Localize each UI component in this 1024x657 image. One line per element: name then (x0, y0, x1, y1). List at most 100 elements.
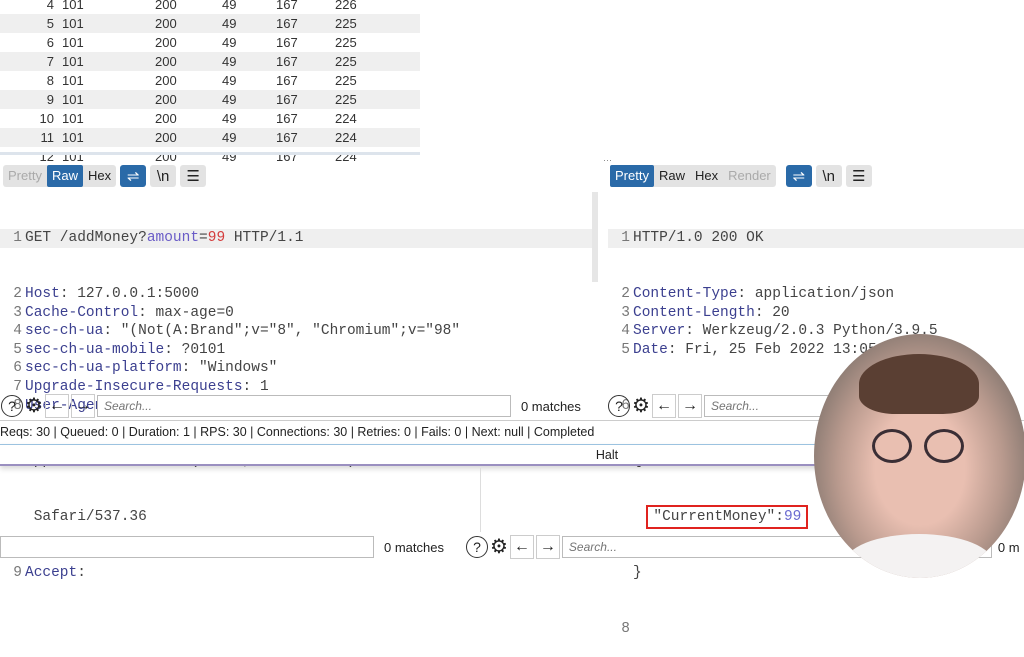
request-line-1: 1 GET /addMoney?amount=99 HTTP/1.1 (0, 229, 592, 248)
request-search-bar: ? ⚙ ← → 0 matches (1, 394, 581, 418)
table-cell: 101 (62, 111, 84, 126)
response-toolbar: Pretty Raw Hex Render ⇌ \n ☰ (610, 165, 872, 187)
help-icon[interactable]: ? (608, 395, 630, 417)
tab-raw[interactable]: Raw (46, 165, 83, 187)
table-cell: 167 (276, 0, 298, 12)
shirt (844, 534, 994, 578)
table-cell: 167 (276, 111, 298, 126)
help-icon[interactable]: ? (1, 395, 23, 417)
brace-close: } (633, 564, 642, 581)
gear-icon[interactable]: ⚙ (632, 395, 650, 417)
table-cell: 225 (335, 54, 357, 69)
request-tab-group: Pretty Raw Hex (3, 165, 117, 187)
wrap-icon[interactable]: ⇌ (785, 165, 812, 187)
tab-pretty[interactable]: Pretty (3, 165, 47, 187)
menu-icon[interactable]: ☰ (180, 165, 207, 187)
next-arrow-icon[interactable]: → (677, 394, 702, 418)
line-number: 2 (621, 285, 630, 302)
gear-icon[interactable]: ⚙ (490, 536, 508, 558)
lower-left-search-input[interactable] (0, 536, 374, 558)
table-row[interactable]: 7 101 200 49 167 225 (0, 52, 420, 71)
table-cell: 10 (39, 111, 54, 126)
request-scrollbar[interactable] (592, 192, 598, 282)
header-key: Date (633, 341, 668, 358)
request-line-cont: Safari/537.36 (0, 508, 592, 527)
newline-toggle[interactable]: \n (815, 165, 842, 187)
wrap-icon[interactable]: ⇌ (120, 165, 147, 187)
tab-render[interactable]: Render (723, 165, 776, 187)
request-toolbar: Pretty Raw Hex ⇌ \n ☰ (3, 165, 207, 187)
glasses-right (924, 429, 964, 463)
header-value: 1 (251, 378, 269, 395)
ua-continuation: Safari/537.36 (25, 509, 147, 526)
prev-arrow-icon[interactable]: ← (651, 394, 676, 418)
header-key: Host (25, 285, 60, 302)
header-key: Server (633, 323, 686, 340)
tab-pretty[interactable]: Pretty (610, 165, 654, 187)
next-arrow-icon[interactable]: → (70, 394, 95, 418)
table-row[interactable]: 9 101 200 49 167 225 (0, 90, 420, 109)
highlight-box: "CurrentMoney":99 (646, 505, 809, 530)
header-key: Cache-Control (25, 304, 139, 321)
table-row[interactable]: 5 101 200 49 167 225 (0, 14, 420, 33)
table-cell: 49 (222, 0, 237, 12)
header-line: 4 sec-ch-ua: "(Not(A:Brand";v="8", "Chrom… (0, 322, 592, 341)
table-row[interactable]: 4 101 200 49 167 226 (0, 0, 420, 14)
param-eq: = (199, 230, 208, 247)
status-line: HTTP/1.0 200 OK (633, 230, 764, 247)
line-number: 5 (621, 341, 630, 358)
table-cell: 101 (62, 130, 84, 145)
header-line: 2 Content-Type: application/json (608, 285, 1024, 304)
header-key: Content-Length (633, 304, 755, 321)
hair (859, 354, 979, 414)
results-table: 4 101 200 49 167 226 5 101 200 49 167 225 6 101 200 49 1… (0, 0, 420, 166)
request-search-input[interactable] (96, 395, 511, 417)
table-cell: 9 (46, 92, 54, 107)
tab-raw[interactable]: Raw (654, 165, 690, 187)
table-cell: 167 (276, 35, 298, 50)
line-number: 4 (621, 323, 630, 340)
table-cell: 101 (62, 92, 84, 107)
line-number: 4 (13, 323, 22, 340)
table-cell: 7 (46, 54, 54, 69)
table-cell: 49 (222, 111, 237, 126)
status-bar: Reqs: 30 | Queued: 0 | Duration: 1 | RPS… (0, 425, 595, 439)
table-row[interactable]: 12 101 200 49 167 224 (0, 147, 420, 166)
header-line: 6 sec-ch-ua-platform: "Windows" (0, 359, 592, 378)
tab-hex[interactable]: Hex (690, 165, 723, 187)
table-cell: 167 (276, 54, 298, 69)
header-line: 5 sec-ch-ua-mobile: ?0101 (0, 341, 592, 360)
tab-hex[interactable]: Hex (83, 165, 116, 187)
table-cell: 167 (276, 92, 298, 107)
header-key: sec-ch-ua-mobile (25, 341, 165, 358)
next-arrow-icon[interactable]: → (535, 535, 560, 559)
response-line-1: 1 HTTP/1.0 200 OK (608, 229, 1024, 248)
table-row[interactable]: 6 101 200 49 167 225 (0, 33, 420, 52)
prev-arrow-icon[interactable]: ← (509, 535, 534, 559)
table-row[interactable]: 10 101 200 49 167 224 (0, 109, 420, 128)
header-line: 2 Host: 127.0.0.1:5000 (0, 285, 592, 304)
menu-icon[interactable]: ☰ (845, 165, 872, 187)
header-key: Content-Type (633, 285, 738, 302)
table-cell: 6 (46, 35, 54, 50)
header-line: 3 Cache-Control: max-age=0 (0, 304, 592, 323)
table-cell: 101 (62, 54, 84, 69)
prev-arrow-icon[interactable]: ← (44, 394, 69, 418)
header-value: max-age=0 (146, 304, 234, 321)
table-cell: 49 (222, 130, 237, 145)
table-row[interactable]: 8 101 200 49 167 225 (0, 71, 420, 90)
header-line: 3 Content-Length: 20 (608, 304, 1024, 323)
request-line-9: 9 Accept: (0, 564, 592, 583)
help-icon[interactable]: ? (465, 536, 488, 558)
table-cell: 225 (335, 16, 357, 31)
table-cell: 11 (40, 130, 55, 145)
table-row[interactable]: 11 101 200 49 167 224 (0, 128, 420, 147)
line-number: 5 (13, 341, 22, 358)
webcam-overlay (814, 334, 1024, 578)
header-value: ?0101 (172, 341, 226, 358)
json-value: 99 (783, 509, 802, 526)
newline-toggle[interactable]: \n (150, 165, 177, 187)
lower-right-matches: 0 m (997, 539, 1020, 555)
gear-icon[interactable]: ⚙ (25, 395, 43, 417)
request-matches: 0 matches (520, 398, 581, 414)
